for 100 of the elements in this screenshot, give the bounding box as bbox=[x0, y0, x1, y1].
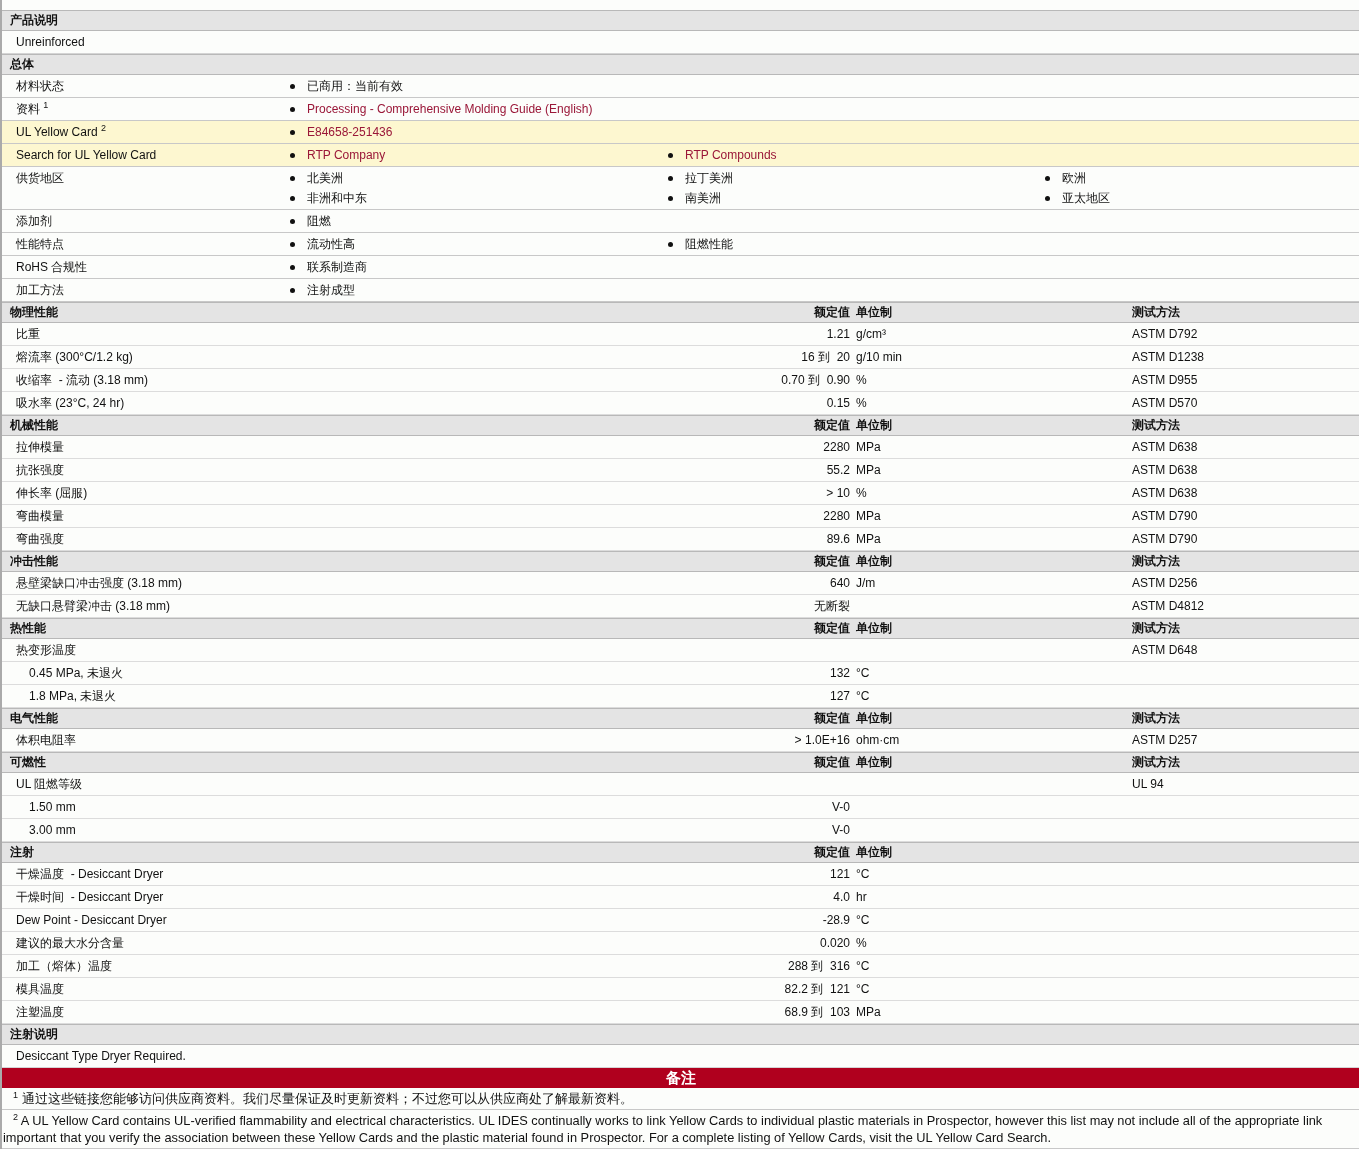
row-label: 材料状态 bbox=[15, 78, 65, 95]
column-header: 额定值 bbox=[813, 844, 850, 861]
row-label: 添加剂 bbox=[15, 213, 53, 230]
row-label: 性能特点 bbox=[15, 236, 65, 253]
item-text: 拉丁美洲 bbox=[685, 170, 733, 187]
property-label: 模具温度 bbox=[15, 980, 65, 998]
property-value: 89.6 bbox=[826, 532, 850, 546]
bullet-icon bbox=[290, 130, 295, 135]
column-header: 测试方法 bbox=[1132, 553, 1181, 570]
bullet-icon bbox=[290, 176, 295, 181]
property-value: > 10 bbox=[826, 486, 850, 500]
property-value: 2280 bbox=[823, 509, 850, 523]
property-value: V-0 bbox=[832, 800, 850, 814]
column-header: 单位制 bbox=[855, 620, 893, 637]
column-header: 单位制 bbox=[855, 304, 893, 321]
property-value: 640 bbox=[829, 576, 850, 590]
item-text: 南美洲 bbox=[685, 190, 721, 207]
unit-text: MPa bbox=[856, 463, 881, 477]
footnote-text: $^{2}$ A UL Yellow Card contains UL-verified flammability and electrical characteristics. UL IDES continually works to link Yellow Cards to individual plastic materials in Prospector, however this list may not include all of the appropriate link bbox=[12, 1112, 1324, 1129]
unit-text: °C bbox=[856, 913, 870, 927]
bullet-icon bbox=[1045, 176, 1050, 181]
column-header: 单位制 bbox=[855, 417, 893, 434]
property-label: 建议的最大水分含量 bbox=[15, 934, 125, 952]
test-method: ASTM D256 bbox=[1132, 576, 1198, 590]
bullet-icon bbox=[290, 84, 295, 89]
link[interactable]: E84658-251436 bbox=[307, 124, 393, 141]
bullet-icon bbox=[290, 288, 295, 293]
property-value: -28.9 bbox=[822, 913, 850, 927]
property-label: 干燥时间 - Desiccant Dryer bbox=[15, 888, 165, 906]
item-text: 欧洲 bbox=[1062, 170, 1086, 187]
footnote-text: $^{1}$ 通过这些链接您能够访问供应商资料。我们尽量保证及时更新资料；不过您可以从供应商处了解最新资料。 bbox=[12, 1090, 634, 1107]
section-title: 可燃性 bbox=[9, 754, 47, 771]
column-header: 单位制 bbox=[855, 553, 893, 570]
property-label: 弯曲强度 bbox=[15, 530, 65, 548]
test-method: ASTM D638 bbox=[1132, 463, 1198, 477]
section-title: 机械性能 bbox=[9, 417, 59, 434]
item-text: 注射成型 bbox=[307, 282, 355, 299]
unit-text: ohm·cm bbox=[856, 733, 900, 747]
unit-text: MPa bbox=[856, 1005, 881, 1019]
column-header: 额定值 bbox=[813, 620, 850, 637]
column-header: 测试方法 bbox=[1132, 417, 1181, 434]
link[interactable]: RTP Compounds bbox=[685, 147, 777, 164]
property-value: 0.15 bbox=[826, 396, 850, 410]
bullet-icon bbox=[668, 153, 673, 158]
property-value: 288 到 316 bbox=[787, 958, 850, 973]
test-method: ASTM D638 bbox=[1132, 440, 1198, 454]
link[interactable]: RTP Company bbox=[307, 147, 386, 164]
test-method: ASTM D1238 bbox=[1132, 350, 1205, 364]
section-title: 物理性能 bbox=[9, 304, 59, 321]
section-title: 注射 bbox=[9, 844, 35, 861]
notes-header: 备注 bbox=[2, 1068, 1359, 1088]
property-label: 吸水率 (23°C, 24 hr) bbox=[15, 394, 126, 412]
column-header: 额定值 bbox=[813, 417, 850, 434]
property-value: 0.70 到 0.90 bbox=[781, 372, 850, 387]
row-label: Search for UL Yellow Card bbox=[15, 147, 158, 164]
column-header: 额定值 bbox=[813, 754, 850, 771]
unit-text: °C bbox=[856, 959, 870, 973]
property-value: 0.020 bbox=[819, 936, 850, 950]
unit-text: % bbox=[856, 936, 867, 950]
row-label: 资料 $^{1}$ bbox=[15, 101, 50, 118]
property-label: 熔流率 (300°C/1.2 kg) bbox=[15, 348, 134, 366]
property-value: 4.0 bbox=[833, 890, 850, 904]
property-value: 82.2 到 121 bbox=[784, 981, 850, 996]
row-label: 供货地区 bbox=[15, 170, 65, 187]
item-text: 北美洲 bbox=[307, 170, 343, 187]
bullet-icon bbox=[668, 242, 673, 247]
property-label: 抗张强度 bbox=[15, 461, 65, 479]
bullet-icon bbox=[290, 219, 295, 224]
property-label: 体积电阻率 bbox=[15, 731, 77, 749]
test-method: ASTM D790 bbox=[1132, 509, 1198, 523]
property-label: 比重 bbox=[15, 325, 41, 343]
unit-text: % bbox=[856, 396, 867, 410]
item-text: 阻燃 bbox=[307, 213, 331, 230]
link[interactable]: Processing - Comprehensive Molding Guide (English) bbox=[307, 101, 593, 118]
test-method: ASTM D638 bbox=[1132, 486, 1198, 500]
test-method: ASTM D4812 bbox=[1132, 599, 1205, 613]
property-label: 1.8 MPa, 未退火 bbox=[28, 687, 118, 705]
property-label: Dew Point - Desiccant Dryer bbox=[15, 913, 168, 927]
unit-text: °C bbox=[856, 666, 870, 680]
property-value: V-0 bbox=[832, 823, 850, 837]
property-value: 无断裂 bbox=[814, 598, 850, 613]
property-label: 1.50 mm bbox=[28, 800, 77, 814]
column-header: 单位制 bbox=[855, 844, 893, 861]
unit-text: °C bbox=[856, 689, 870, 703]
test-method: UL 94 bbox=[1132, 777, 1164, 791]
section-title: 热性能 bbox=[9, 620, 47, 637]
item-text: 流动性高 bbox=[307, 236, 355, 253]
column-header: 测试方法 bbox=[1132, 304, 1181, 321]
unit-text: % bbox=[856, 373, 867, 387]
unit-text: MPa bbox=[856, 440, 881, 454]
footnote-text: important that you verify the association between these Yellow Cards and the plastic material found in Prospector. For a complete listing of Yellow Cards, visit the UL Yellow Card Search. bbox=[2, 1129, 1052, 1146]
unit-text: % bbox=[856, 486, 867, 500]
property-label: 弯曲模量 bbox=[15, 507, 65, 525]
test-method: ASTM D955 bbox=[1132, 373, 1198, 387]
property-value: 132 bbox=[829, 666, 850, 680]
property-value: 16 到 20 bbox=[801, 349, 850, 364]
unit-text: MPa bbox=[856, 532, 881, 546]
description-text: Unreinforced bbox=[15, 35, 85, 49]
column-header: 额定值 bbox=[813, 553, 850, 570]
property-label: 加工（熔体）温度 bbox=[15, 957, 113, 975]
